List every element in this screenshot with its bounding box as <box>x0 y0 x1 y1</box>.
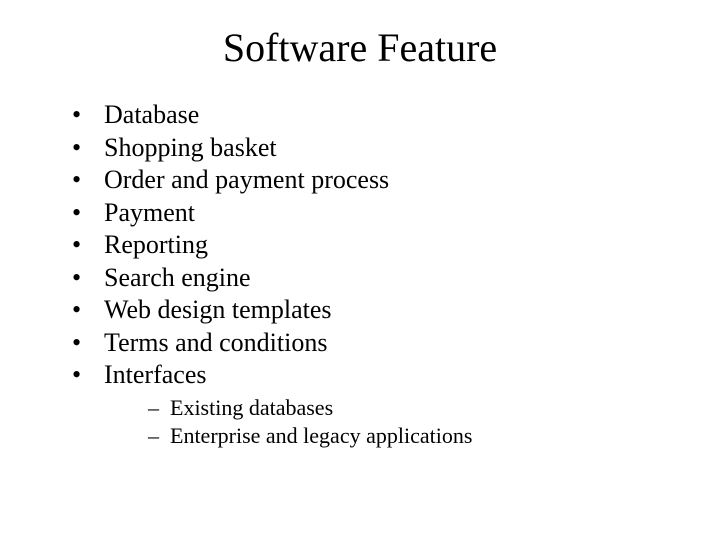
list-item: Payment <box>72 197 680 230</box>
list-item: Terms and conditions <box>72 327 680 360</box>
list-item: Search engine <box>72 262 680 295</box>
list-item: Reporting <box>72 229 680 262</box>
list-item: Database <box>72 99 680 132</box>
list-item: Enterprise and legacy applications <box>148 422 680 451</box>
list-item: Order and payment process <box>72 164 680 197</box>
list-item: Existing databases <box>148 394 680 423</box>
list-item: Shopping basket <box>72 132 680 165</box>
slide: Software Feature Database Shopping baske… <box>0 0 720 540</box>
slide-title: Software Feature <box>40 24 680 71</box>
sub-bullet-list: Existing databases Enterprise and legacy… <box>104 394 680 451</box>
list-item-label: Interfaces <box>104 360 206 389</box>
list-item: Web design templates <box>72 294 680 327</box>
list-item: Interfaces Existing databases Enterprise… <box>72 359 680 451</box>
bullet-list: Database Shopping basket Order and payme… <box>40 99 680 451</box>
